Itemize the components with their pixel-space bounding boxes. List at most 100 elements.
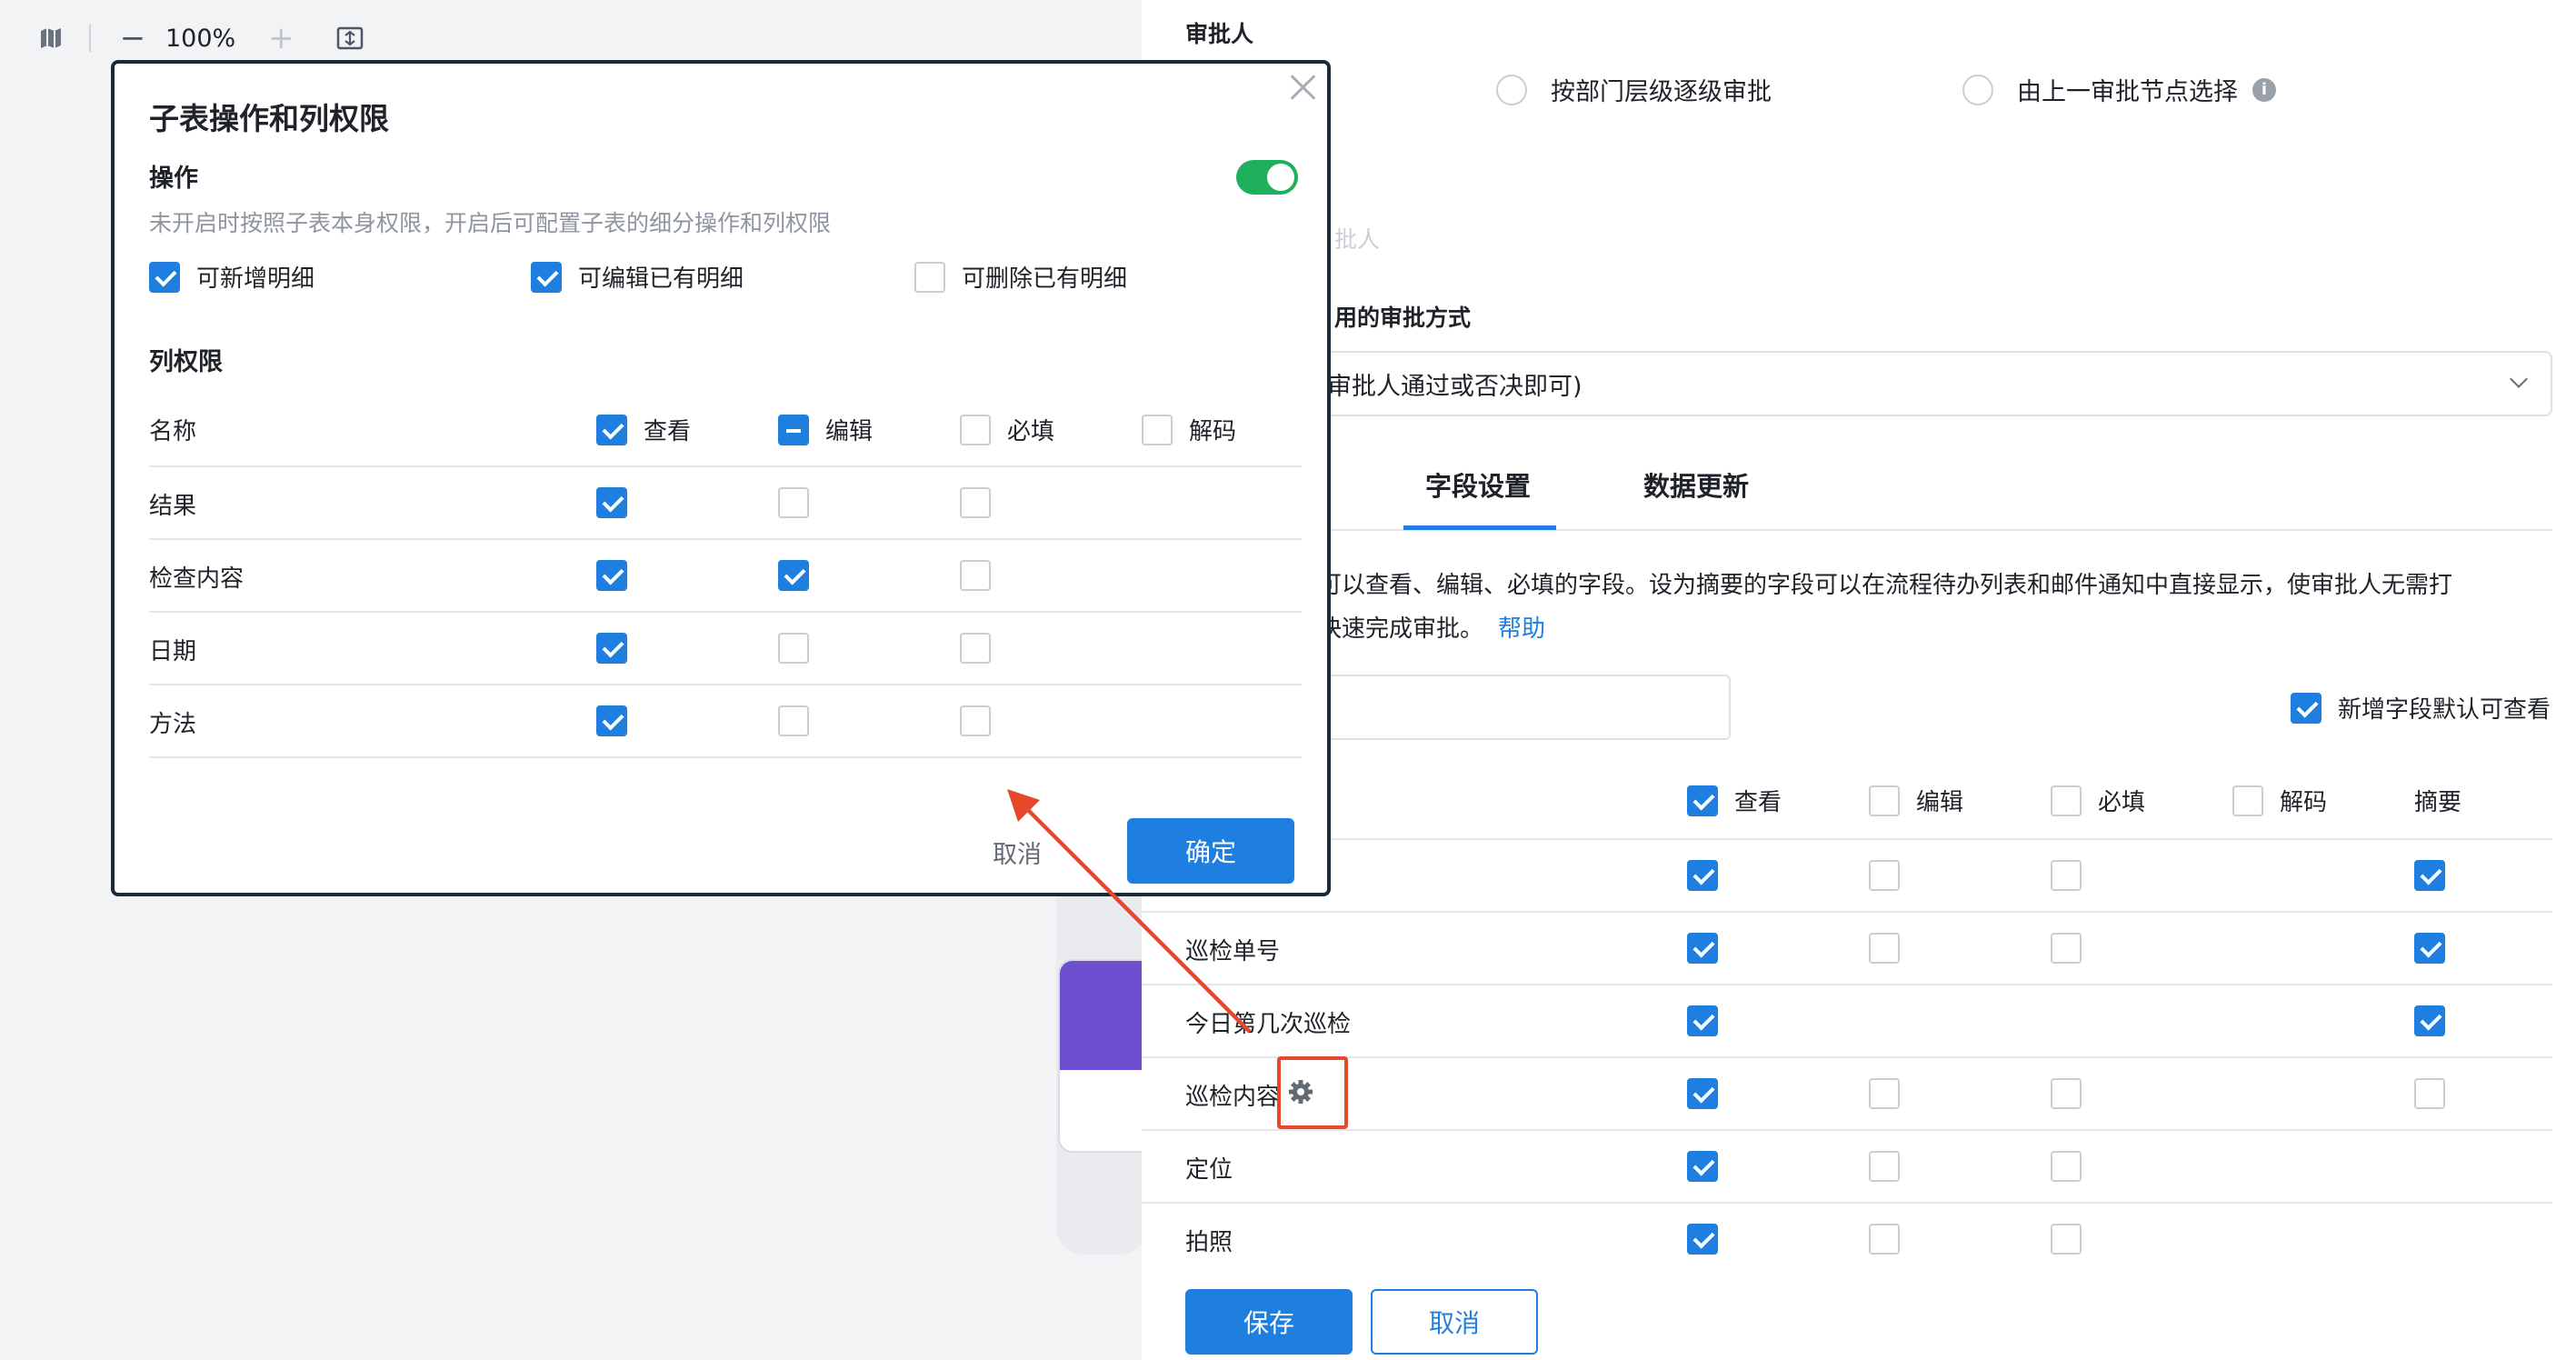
field-settings-description: 可以查看、编辑、必填的字段。设为摘要的字段可以在流程待办列表和邮件通知中直接显示… <box>1318 564 2554 651</box>
fit-screen-icon[interactable] <box>335 24 364 53</box>
desc-line-1: 可以查看、编辑、必填的字段。设为摘要的字段可以在流程待办列表和邮件通知中直接显示… <box>1318 572 2453 599</box>
col-label: 编辑 <box>1916 789 1964 816</box>
col-label: 查看 <box>644 418 692 445</box>
edit-checkbox[interactable] <box>1869 860 1900 891</box>
active-tab-indicator <box>1403 525 1556 530</box>
default-view-option[interactable]: 新增字段默认可查看 <box>2291 691 2551 725</box>
view-checkbox[interactable] <box>1687 933 1718 964</box>
tab-field-settings[interactable]: 字段设置 <box>1425 465 1531 504</box>
close-icon[interactable] <box>1285 69 1322 105</box>
zoom-toolbar: − 100% + <box>36 18 364 58</box>
view-checkbox[interactable] <box>596 560 627 591</box>
info-icon[interactable]: i <box>2252 77 2276 102</box>
op-label: 可删除已有明细 <box>962 265 1128 293</box>
op-checkbox[interactable] <box>914 261 945 293</box>
op-label: 可新增明细 <box>196 265 315 293</box>
radio-circle[interactable] <box>1962 74 1993 105</box>
edit-checkbox[interactable] <box>1869 1224 1900 1255</box>
column-name: 结果 <box>149 493 197 520</box>
required-checkbox[interactable] <box>2051 1078 2082 1109</box>
operations-toggle[interactable] <box>1236 160 1298 195</box>
view-checkbox[interactable] <box>1687 860 1718 891</box>
view-checkbox[interactable] <box>1687 1005 1718 1036</box>
col-summary-header: 摘要 <box>2414 784 2461 817</box>
edit-checkbox[interactable] <box>778 705 809 736</box>
edit-checkbox[interactable] <box>778 633 809 664</box>
required-all-checkbox[interactable] <box>960 414 991 445</box>
help-link[interactable]: 帮助 <box>1498 615 1545 643</box>
required-checkbox[interactable] <box>2051 1151 2082 1182</box>
view-checkbox[interactable] <box>1687 1151 1718 1182</box>
edit-checkbox[interactable] <box>1869 1151 1900 1182</box>
view-all-checkbox[interactable] <box>1687 785 1718 816</box>
edit-checkbox[interactable] <box>1869 933 1900 964</box>
col-required-header: 必填 <box>2051 784 2145 817</box>
view-checkbox[interactable] <box>596 705 627 736</box>
summary-checkbox[interactable] <box>2414 933 2445 964</box>
col-label: 摘要 <box>2414 789 2462 816</box>
column-name: 日期 <box>149 638 197 665</box>
required-checkbox[interactable] <box>960 705 991 736</box>
op-add-detail[interactable]: 可新增明细 <box>149 260 315 294</box>
edit-all-checkbox[interactable] <box>778 414 809 445</box>
required-checkbox[interactable] <box>2051 860 2082 891</box>
map-icon[interactable] <box>36 24 65 53</box>
view-checkbox[interactable] <box>596 487 627 518</box>
zoom-in-button[interactable]: + <box>263 20 299 56</box>
edit-checkbox[interactable] <box>778 560 809 591</box>
table-row: 日期 <box>149 611 1302 684</box>
default-view-checkbox[interactable] <box>2291 692 2321 724</box>
subtable-permission-dialog: 子表操作和列权限 操作 未开启时按照子表本身权限，开启后可配置子表的细分操作和列… <box>111 60 1331 896</box>
tab-data-update[interactable]: 数据更新 <box>1643 465 1749 504</box>
zoom-level: 100% <box>165 24 236 53</box>
view-all-checkbox[interactable] <box>596 414 627 445</box>
approval-method-select[interactable]: 审批人通过或否决即可) <box>1142 351 2552 416</box>
summary-checkbox[interactable] <box>2414 860 2445 891</box>
required-all-checkbox[interactable] <box>2051 785 2082 816</box>
edit-checkbox[interactable] <box>1869 1078 1900 1109</box>
edit-checkbox[interactable] <box>778 487 809 518</box>
table-row: 结果 <box>149 465 1302 538</box>
op-checkbox[interactable] <box>149 261 180 293</box>
required-checkbox[interactable] <box>960 487 991 518</box>
col-edit-header: 编辑 <box>1869 784 1963 817</box>
cancel-button[interactable]: 取消 <box>1371 1289 1538 1355</box>
approver-section-title: 审批人 <box>1185 21 1254 47</box>
table-row: 今日第几次巡检 <box>1142 984 2552 1056</box>
view-checkbox[interactable] <box>596 633 627 664</box>
op-edit-detail[interactable]: 可编辑已有明细 <box>531 260 744 294</box>
required-checkbox[interactable] <box>960 560 991 591</box>
edit-all-checkbox[interactable] <box>1869 785 1900 816</box>
decode-all-checkbox[interactable] <box>2232 785 2263 816</box>
col-view-header: 查看 <box>1687 784 1782 817</box>
zoom-out-button[interactable]: − <box>115 20 151 56</box>
view-checkbox[interactable] <box>1687 1078 1718 1109</box>
summary-checkbox[interactable] <box>2414 1078 2445 1109</box>
required-checkbox[interactable] <box>2051 933 2082 964</box>
operations-title: 操作 <box>149 165 198 193</box>
radio-circle[interactable] <box>1496 74 1527 105</box>
op-delete-detail[interactable]: 可删除已有明细 <box>914 260 1127 294</box>
table-row: 巡检内容 <box>1142 1056 2552 1129</box>
col-label: 编辑 <box>825 418 874 445</box>
required-checkbox[interactable] <box>2051 1224 2082 1255</box>
dialog-confirm-button[interactable]: 确定 <box>1127 818 1294 884</box>
save-button[interactable]: 保存 <box>1185 1289 1353 1355</box>
radio-prev-node[interactable]: 由上一审批节点选择 i <box>1962 72 2276 107</box>
select-value: 审批人通过或否决即可) <box>1327 372 1583 401</box>
view-checkbox[interactable] <box>1687 1224 1718 1255</box>
required-checkbox[interactable] <box>960 633 991 664</box>
col-label: 名称 <box>149 418 197 445</box>
toolbar-divider <box>89 25 91 52</box>
op-checkbox[interactable] <box>531 261 562 293</box>
default-view-label: 新增字段默认可查看 <box>2338 696 2551 724</box>
radio-label: 按部门层级逐级审批 <box>1551 78 1772 106</box>
col-decode-header: 解码 <box>1142 413 1236 446</box>
decode-all-checkbox[interactable] <box>1142 414 1173 445</box>
column-name: 方法 <box>149 711 197 738</box>
dialog-cancel-button[interactable]: 取消 <box>993 835 1042 870</box>
toggle-knob <box>1267 164 1294 191</box>
radio-dept-level[interactable]: 按部门层级逐级审批 <box>1496 72 1772 107</box>
summary-checkbox[interactable] <box>2414 1005 2445 1036</box>
col-label: 必填 <box>2098 789 2146 816</box>
